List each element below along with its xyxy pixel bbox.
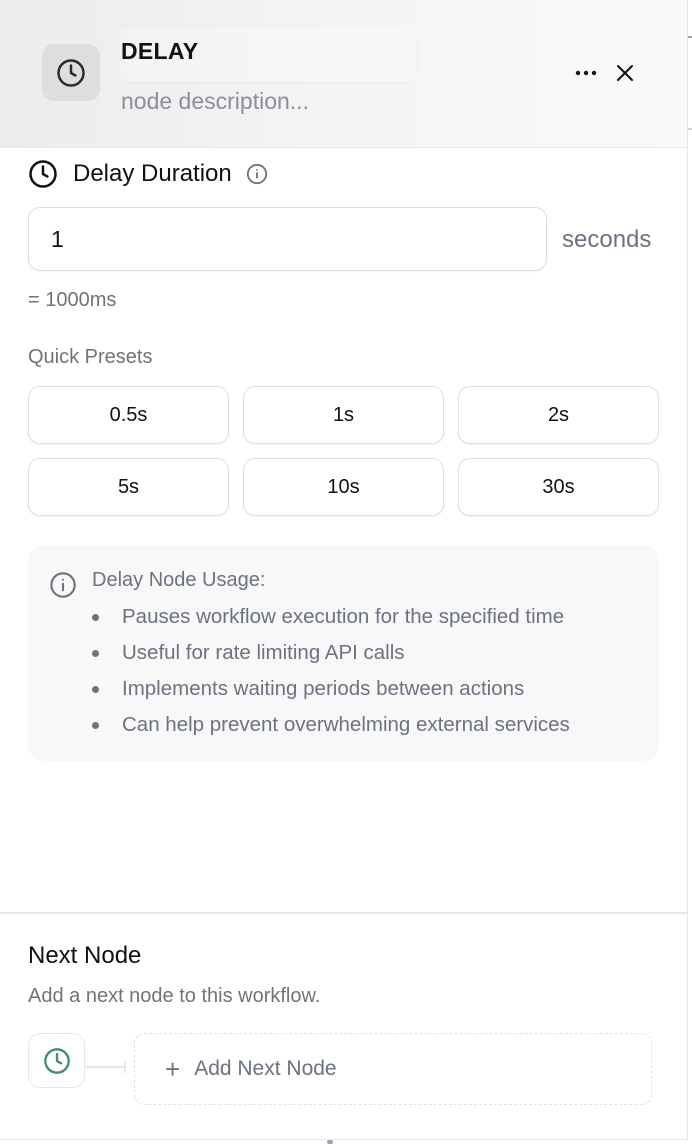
- scroll-edge-mark: [688, 36, 692, 38]
- next-node-title: Next Node: [28, 942, 142, 969]
- resize-handle[interactable]: [327, 1140, 333, 1144]
- list-item: Useful for rate limiting API calls: [92, 639, 570, 675]
- node-description-field[interactable]: node description...: [121, 88, 309, 115]
- info-icon: [50, 572, 76, 598]
- section-divider: [0, 912, 687, 914]
- preset-button[interactable]: 10s: [243, 458, 444, 516]
- preset-button[interactable]: 30s: [458, 458, 659, 516]
- node-title[interactable]: DELAY: [121, 38, 198, 65]
- quick-presets-label: Quick Presets: [28, 346, 153, 368]
- current-node-badge: [28, 1033, 85, 1088]
- more-horizontal-icon: [575, 70, 597, 76]
- preset-button[interactable]: 0.5s: [28, 386, 229, 444]
- panel-header: DELAY node description...: [0, 0, 687, 148]
- usage-title: Delay Node Usage:: [92, 569, 266, 591]
- usage-info-box: Delay Node Usage: Pauses workflow execut…: [28, 545, 659, 761]
- add-next-node-label: Add Next Node: [194, 1057, 337, 1080]
- add-next-node-button[interactable]: + Add Next Node: [134, 1033, 652, 1105]
- milliseconds-readout: = 1000ms: [28, 289, 117, 311]
- plus-icon: +: [165, 1054, 181, 1084]
- list-item: Implements waiting periods between actio…: [92, 675, 570, 711]
- clock-icon: [43, 1047, 70, 1074]
- duration-unit-label: seconds: [562, 226, 652, 253]
- info-icon[interactable]: [246, 163, 268, 185]
- preset-button[interactable]: 2s: [458, 386, 659, 444]
- close-button[interactable]: [610, 58, 640, 88]
- preset-button[interactable]: 5s: [28, 458, 229, 516]
- usage-list: Pauses workflow execution for the specif…: [92, 603, 570, 747]
- list-item: Can help prevent overwhelming external s…: [92, 711, 570, 747]
- close-icon: [617, 65, 633, 81]
- list-item: Pauses workflow execution for the specif…: [92, 603, 570, 639]
- next-node-subtitle: Add a next node to this workflow.: [28, 985, 321, 1007]
- scroll-edge-mark: [688, 128, 692, 130]
- connector-line: [86, 1066, 126, 1068]
- clock-icon: [42, 44, 100, 101]
- delay-duration-heading: Delay Duration: [28, 158, 268, 190]
- delay-duration-input[interactable]: [28, 207, 547, 271]
- connector-end: [124, 1061, 126, 1073]
- more-options-button[interactable]: [570, 60, 602, 86]
- node-config-panel: DELAY node description... Delay Duration…: [0, 0, 688, 1140]
- clock-icon: [29, 160, 57, 188]
- preset-button[interactable]: 1s: [243, 386, 444, 444]
- delay-duration-label: Delay Duration: [73, 160, 232, 187]
